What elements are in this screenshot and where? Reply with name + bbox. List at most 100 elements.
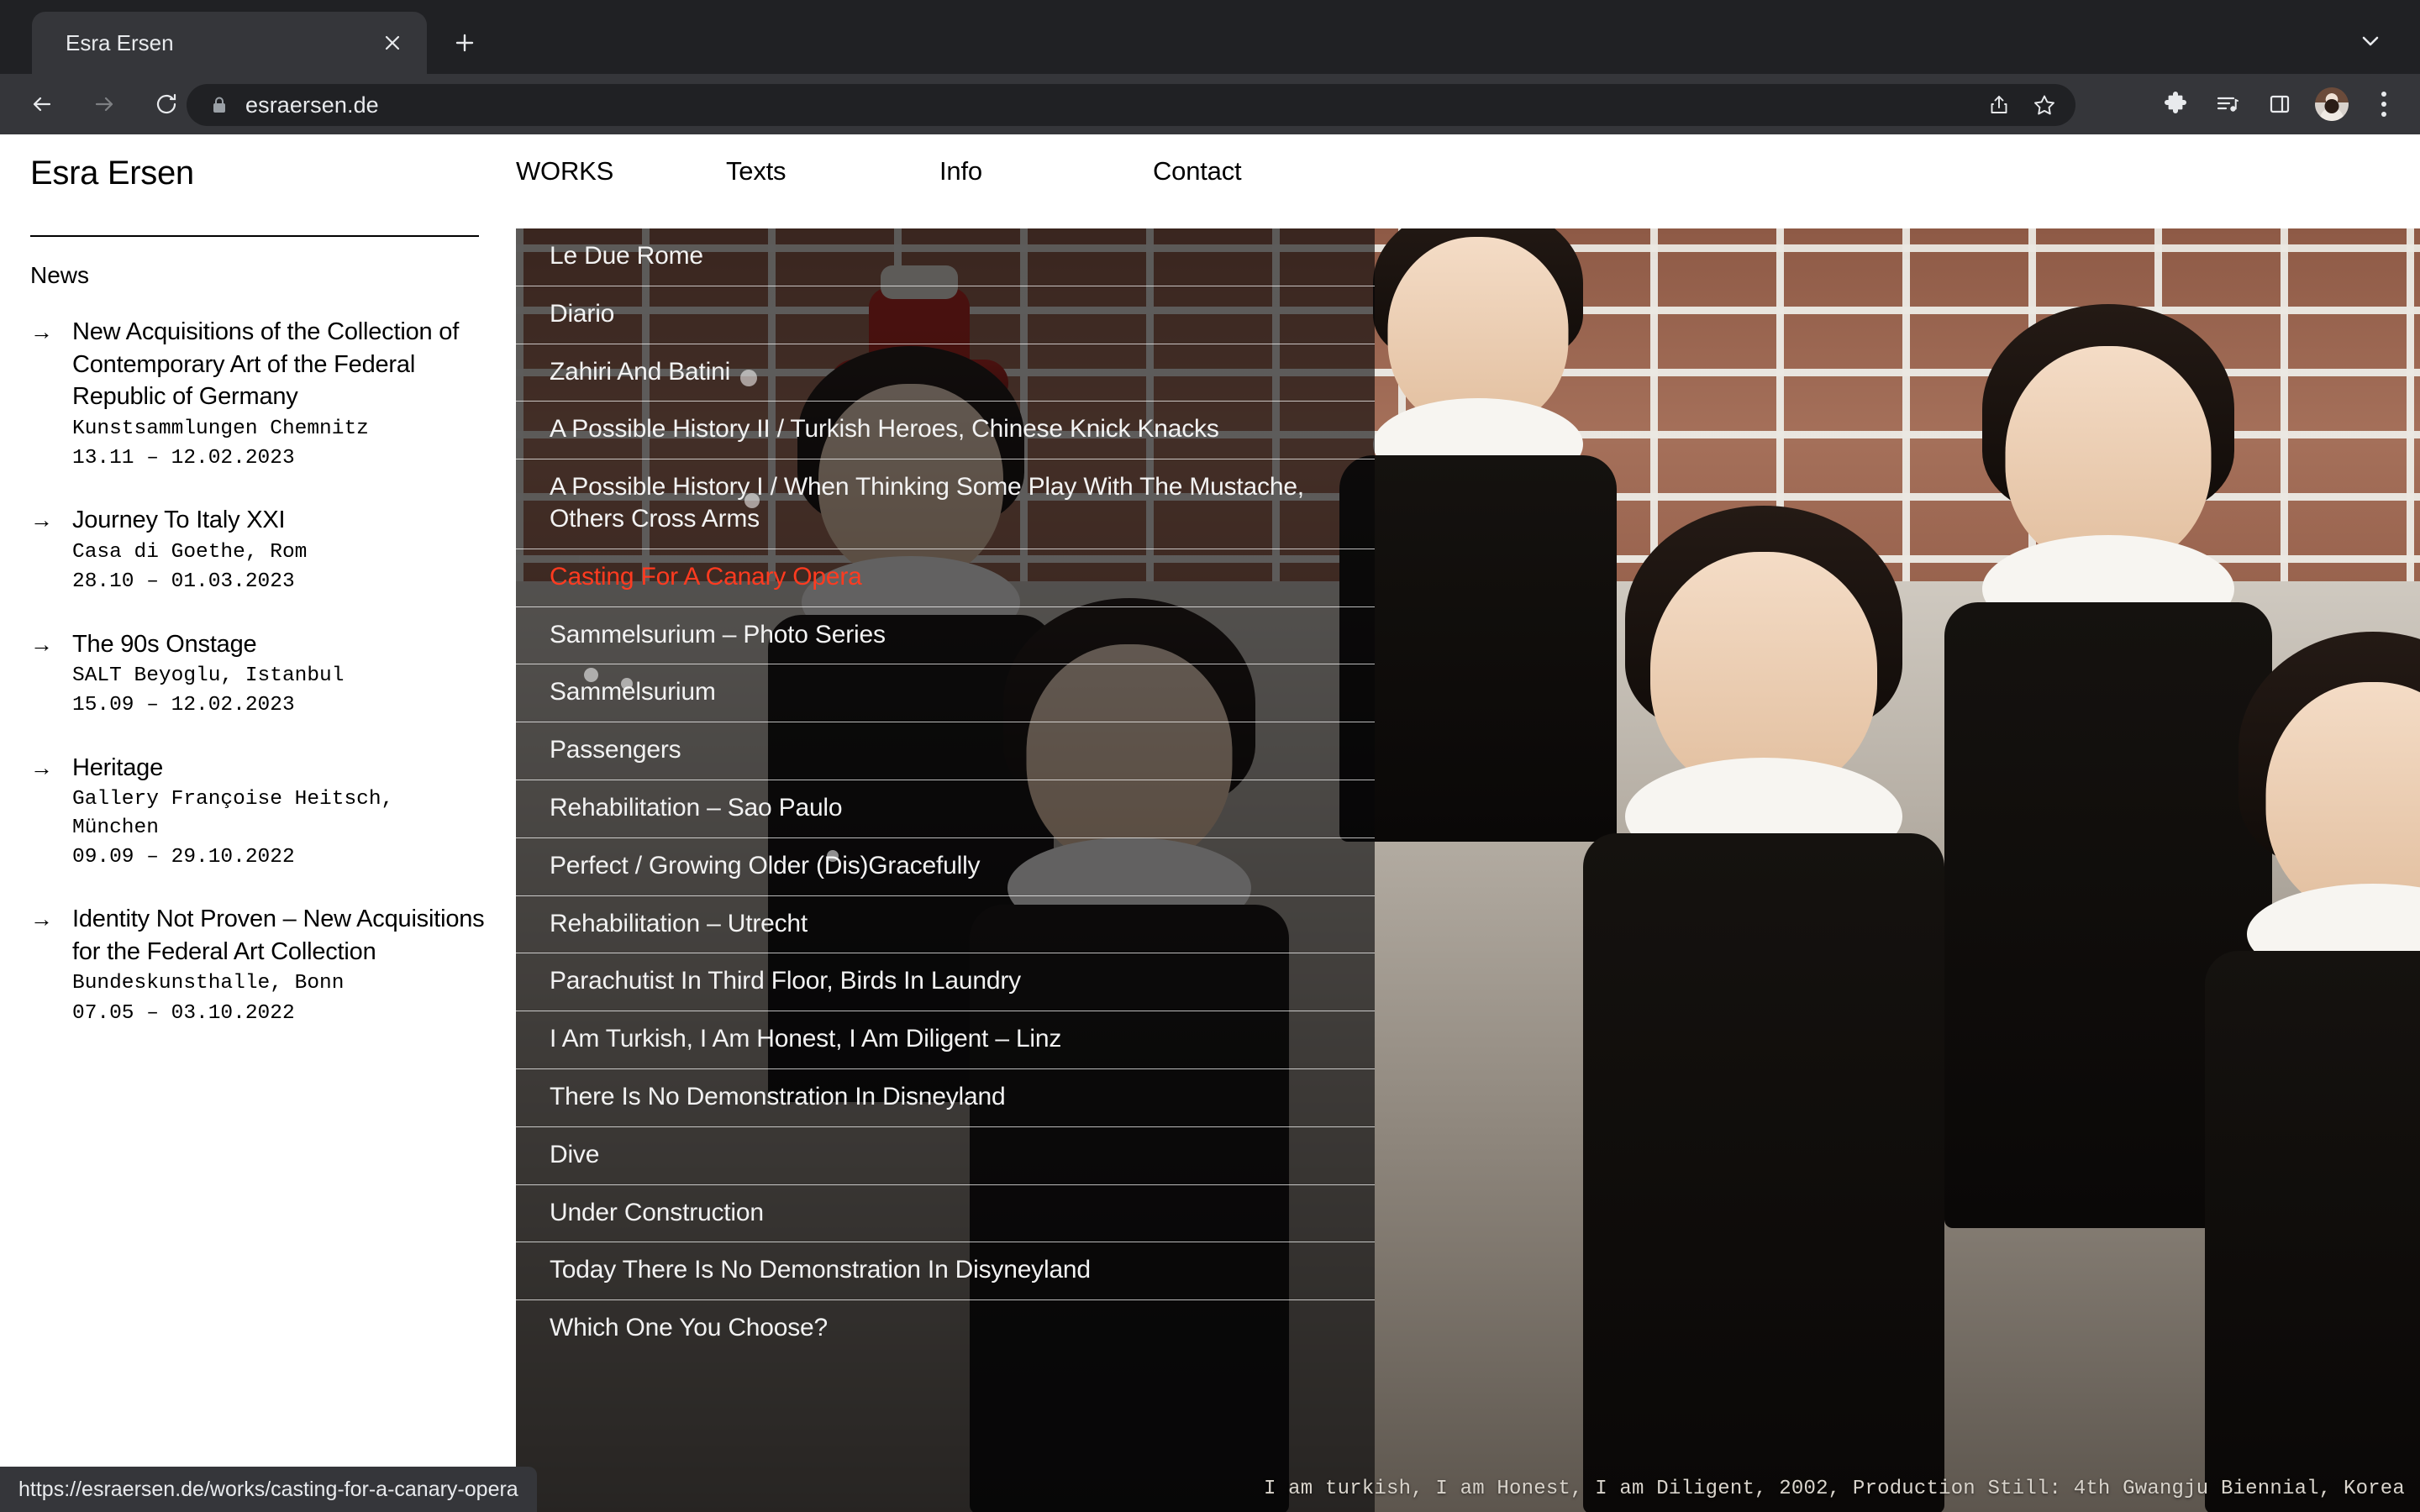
work-title: I Am Turkish, I Am Honest, I Am Diligent… <box>550 1025 1062 1053</box>
page-viewport: Esra Ersen News → New Acquisitions of th… <box>0 134 2420 1512</box>
work-title: A Possible History II / Turkish Heroes, … <box>550 415 1219 444</box>
status-bar-url: https://esraersen.de/works/casting-for-a… <box>0 1467 537 1512</box>
star-icon[interactable] <box>2025 86 2064 124</box>
arrow-right-icon <box>81 81 128 128</box>
work-list-item[interactable]: Le Due Rome <box>516 228 1375 286</box>
work-title: Diario <box>550 299 615 328</box>
work-title: Zahiri And Batini <box>550 357 731 386</box>
avatar <box>2315 87 2349 121</box>
arrow-right-glyph-icon: → <box>30 631 53 657</box>
list-item[interactable]: → Journey To Italy XXI Casa di Goethe, R… <box>30 504 501 596</box>
list-item[interactable]: → Heritage Gallery Françoise Heitsch, Mü… <box>30 752 501 872</box>
works-list: Le Due Rome Diario Zahiri And Batini A P… <box>516 228 1375 1512</box>
work-list-item[interactable]: Rehabilitation – Sao Paulo <box>516 780 1375 837</box>
work-list-item[interactable]: Sammelsurium <box>516 664 1375 722</box>
work-list-item[interactable]: There Is No Demonstration In Disneyland <box>516 1069 1375 1126</box>
work-list-item[interactable]: Parachutist In Third Floor, Birds In Lau… <box>516 953 1375 1011</box>
work-list-item[interactable]: A Possible History II / Turkish Heroes, … <box>516 402 1375 459</box>
work-title: Rehabilitation – Utrecht <box>550 909 808 937</box>
news-item-title: The 90s Onstage <box>72 630 257 658</box>
work-list-item[interactable]: Diario <box>516 286 1375 344</box>
work-list-item[interactable]: Passengers <box>516 722 1375 780</box>
tab-title: Esra Ersen <box>66 29 174 55</box>
news-item-title: New Acquisitions of the Collection of Co… <box>72 318 460 411</box>
avatar-icon[interactable] <box>2307 80 2356 129</box>
three-dots-menu-icon[interactable] <box>2360 80 2408 129</box>
tab-strip: Esra Ersen <box>0 0 2420 74</box>
work-title: Which One You Choose? <box>550 1314 829 1342</box>
news-item-venue: Bundeskunsthalle, Bonn <box>72 972 345 995</box>
plus-icon[interactable] <box>444 22 486 64</box>
carousel-dot[interactable] <box>621 678 633 690</box>
work-list-item[interactable]: Perfect / Growing Older (Dis)Gracefully <box>516 838 1375 895</box>
work-list-item[interactable]: I Am Turkish, I Am Honest, I Am Diligent… <box>516 1011 1375 1068</box>
news-item-title: Journey To Italy XXI <box>72 507 286 534</box>
work-title: Le Due Rome <box>550 242 703 270</box>
list-item[interactable]: → Identity Not Proven – New Acquisitions… <box>30 903 501 1027</box>
media-playlist-icon[interactable] <box>2203 80 2252 129</box>
url-text: esraersen.de <box>245 92 379 118</box>
work-list-item[interactable]: Sammelsurium – Photo Series <box>516 607 1375 664</box>
news-item-title: Identity Not Proven – New Acquisitions f… <box>72 906 485 965</box>
sidebar-divider <box>30 235 479 237</box>
carousel-dot[interactable] <box>827 850 839 862</box>
work-title: Under Construction <box>550 1198 764 1226</box>
work-title: Sammelsurium – Photo Series <box>550 620 886 648</box>
carousel-dot[interactable] <box>744 493 760 508</box>
work-list-item[interactable]: Today There Is No Demonstration In Disyn… <box>516 1242 1375 1299</box>
address-bar[interactable]: esraersen.de <box>187 84 2075 126</box>
lock-icon <box>208 94 230 116</box>
figure <box>1339 228 1617 842</box>
news-item-dates: 09.09 – 29.10.2022 <box>72 845 295 869</box>
work-list-item[interactable]: A Possible History I / When Thinking Som… <box>516 459 1375 549</box>
news-item-venue: Gallery Françoise Heitsch, München <box>72 788 394 839</box>
puzzle-piece-icon[interactable] <box>2151 80 2200 129</box>
arrow-right-glyph-icon: → <box>30 906 53 932</box>
list-item[interactable]: → The 90s Onstage SALT Beyoglu, Istanbul… <box>30 628 501 720</box>
work-title: Dive <box>550 1140 600 1168</box>
work-title: Rehabilitation – Sao Paulo <box>550 793 843 822</box>
site-sidebar: Esra Ersen News → New Acquisitions of th… <box>0 134 516 1512</box>
arrow-left-icon[interactable] <box>18 81 66 128</box>
share-icon[interactable] <box>1980 86 2018 124</box>
browser-tab[interactable]: Esra Ersen <box>32 12 427 74</box>
work-list-item[interactable]: Dive <box>516 1127 1375 1184</box>
omnibox-actions <box>1980 86 2064 124</box>
work-title: Casting For A Canary Opera <box>550 562 862 591</box>
work-title: Parachutist In Third Floor, Birds In Lau… <box>550 967 1021 995</box>
news-heading: News <box>30 262 90 288</box>
browser-toolbar: esraersen.de <box>0 74 2420 134</box>
work-list-item[interactable]: Zahiri And Batini <box>516 344 1375 402</box>
work-list-item[interactable]: Rehabilitation – Utrecht <box>516 896 1375 953</box>
close-icon[interactable] <box>378 29 407 57</box>
nav-item-contact[interactable]: Contact <box>1153 156 1242 186</box>
news-item-dates: 15.09 – 12.02.2023 <box>72 694 295 717</box>
news-item-dates: 07.05 – 03.10.2022 <box>72 1001 295 1025</box>
news-list: → New Acquisitions of the Collection of … <box>30 316 501 1059</box>
browser-window: Esra Ersen esraersen.de Esra Ersen News … <box>0 0 2420 1512</box>
carousel-dot[interactable] <box>584 668 598 682</box>
main-navigation: WORKS Texts Info Contact <box>516 134 2420 228</box>
work-list-item[interactable]: Under Construction <box>516 1185 1375 1242</box>
arrow-right-glyph-icon: → <box>30 319 53 344</box>
work-title: Today There Is No Demonstration In Disyn… <box>550 1256 1091 1284</box>
artwork-caption: I am turkish, I am Honest, I am Diligent… <box>1263 1478 2405 1500</box>
list-item[interactable]: → New Acquisitions of the Collection of … <box>30 316 501 472</box>
news-item-venue: SALT Beyoglu, Istanbul <box>72 664 345 688</box>
carousel-dot[interactable] <box>740 370 757 386</box>
side-panel-icon[interactable] <box>2255 80 2304 129</box>
reload-icon[interactable] <box>143 81 190 128</box>
artwork-photo: Le Due Rome Diario Zahiri And Batini A P… <box>516 228 2420 1512</box>
news-item-dates: 13.11 – 12.02.2023 <box>72 447 295 470</box>
work-list-item-active[interactable]: Casting For A Canary Opera <box>516 549 1375 606</box>
news-item-venue: Kunstsammlungen Chemnitz <box>72 417 369 440</box>
nav-item-works[interactable]: WORKS <box>516 156 726 186</box>
nav-item-info[interactable]: Info <box>939 156 1153 186</box>
nav-item-texts[interactable]: Texts <box>726 156 939 186</box>
work-title: Sammelsurium <box>550 678 716 706</box>
work-title: There Is No Demonstration In Disneyland <box>550 1082 1006 1110</box>
chevron-down-icon[interactable] <box>2351 22 2390 60</box>
work-list-item[interactable]: Which One You Choose? <box>516 1300 1375 1357</box>
arrow-right-glyph-icon: → <box>30 507 53 533</box>
main-content: WORKS Texts Info Contact Le Due Rome Dia… <box>516 134 2420 1512</box>
